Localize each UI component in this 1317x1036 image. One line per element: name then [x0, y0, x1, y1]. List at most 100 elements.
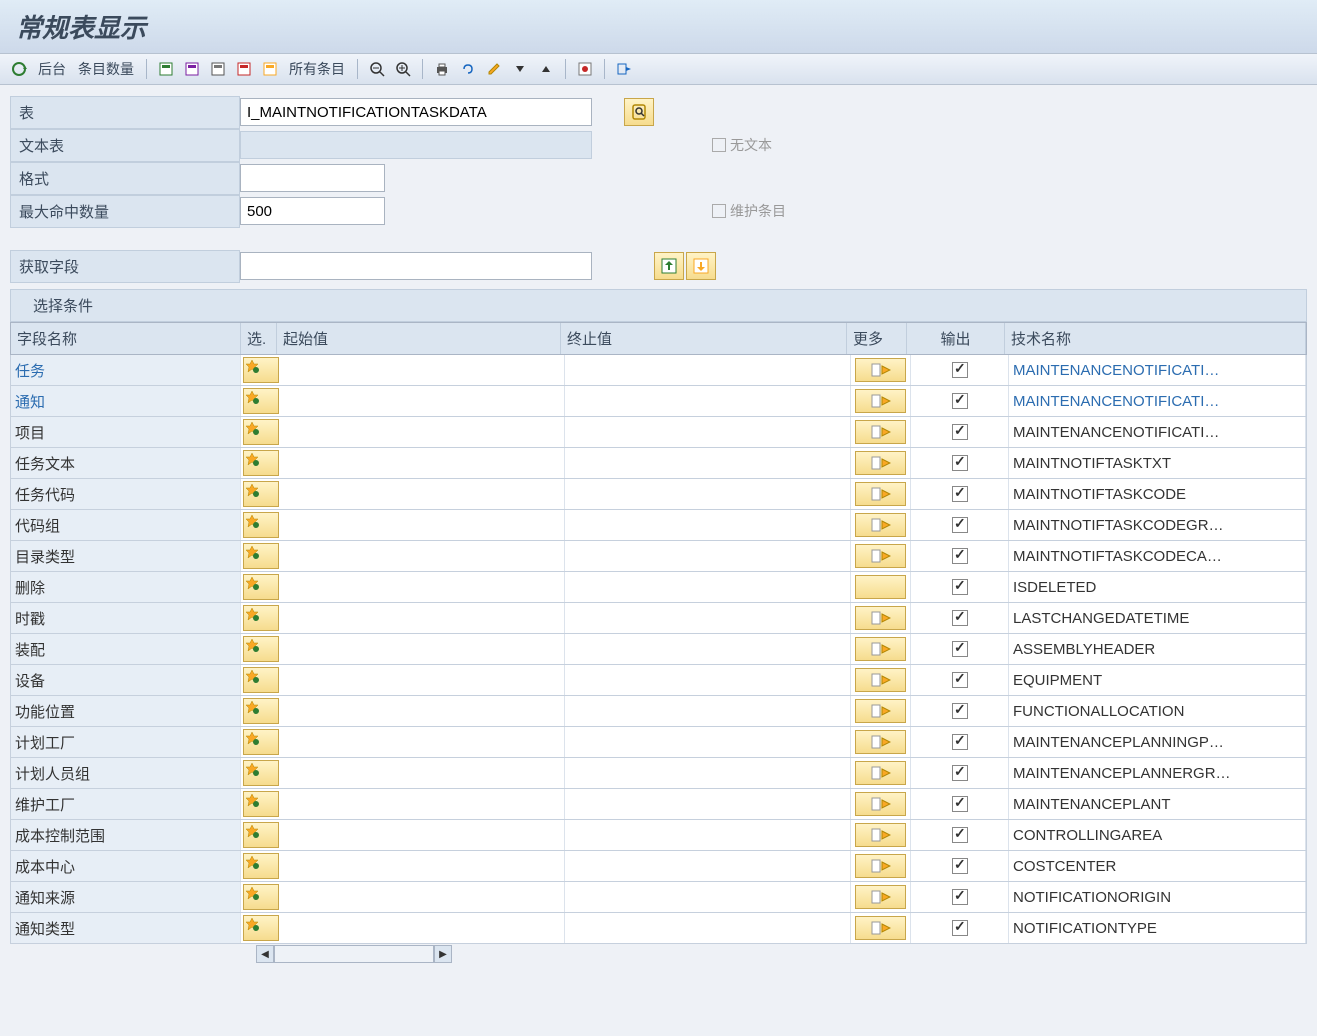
more-options-button[interactable]	[855, 451, 906, 475]
end-value-input[interactable]	[569, 484, 846, 504]
end-value-cell[interactable]	[565, 727, 851, 757]
start-value-cell[interactable]	[281, 634, 565, 664]
start-value-input[interactable]	[285, 639, 560, 659]
end-value-cell[interactable]	[565, 789, 851, 819]
output-checkbox[interactable]	[952, 858, 968, 874]
export-icon-3[interactable]	[207, 58, 229, 80]
more-options-button[interactable]	[855, 668, 906, 692]
end-value-input[interactable]	[569, 732, 846, 752]
start-value-input[interactable]	[285, 763, 560, 783]
output-checkbox[interactable]	[952, 641, 968, 657]
output-checkbox[interactable]	[952, 486, 968, 502]
more-options-button[interactable]	[855, 482, 906, 506]
end-value-input[interactable]	[569, 577, 846, 597]
search-help-button[interactable]	[624, 98, 654, 126]
more-options-button[interactable]	[855, 358, 906, 382]
scroll-right-icon[interactable]: ▶	[434, 945, 452, 963]
export-icon-2[interactable]	[181, 58, 203, 80]
output-checkbox[interactable]	[952, 703, 968, 719]
output-checkbox[interactable]	[952, 517, 968, 533]
select-option-button[interactable]	[243, 605, 279, 631]
down-arrow-icon[interactable]	[509, 58, 531, 80]
start-value-cell[interactable]	[281, 851, 565, 881]
export-icon-4[interactable]	[233, 58, 255, 80]
select-option-button[interactable]	[243, 512, 279, 538]
up-arrow-icon[interactable]	[535, 58, 557, 80]
settings-icon[interactable]	[574, 58, 596, 80]
end-value-cell[interactable]	[565, 665, 851, 695]
fetch-fields-input[interactable]	[240, 252, 592, 280]
start-value-cell[interactable]	[281, 913, 565, 943]
end-value-input[interactable]	[569, 825, 846, 845]
end-value-input[interactable]	[569, 887, 846, 907]
output-checkbox[interactable]	[952, 362, 968, 378]
start-value-cell[interactable]	[281, 541, 565, 571]
start-value-cell[interactable]	[281, 882, 565, 912]
start-value-cell[interactable]	[281, 355, 565, 385]
end-value-input[interactable]	[569, 794, 846, 814]
start-value-input[interactable]	[285, 701, 560, 721]
zoom-out-icon[interactable]	[366, 58, 388, 80]
more-options-button[interactable]	[855, 606, 906, 630]
output-checkbox[interactable]	[952, 424, 968, 440]
all-entries-button[interactable]: 所有条目	[285, 59, 349, 79]
end-value-input[interactable]	[569, 422, 846, 442]
end-value-input[interactable]	[569, 670, 846, 690]
select-option-button[interactable]	[243, 450, 279, 476]
end-value-cell[interactable]	[565, 758, 851, 788]
more-options-button[interactable]	[855, 389, 906, 413]
start-value-input[interactable]	[285, 856, 560, 876]
output-checkbox[interactable]	[952, 827, 968, 843]
end-value-input[interactable]	[569, 763, 846, 783]
start-value-input[interactable]	[285, 515, 560, 535]
select-option-button[interactable]	[243, 729, 279, 755]
more-options-button[interactable]	[855, 699, 906, 723]
more-options-button[interactable]	[855, 544, 906, 568]
select-option-button[interactable]	[243, 636, 279, 662]
select-option-button[interactable]	[243, 419, 279, 445]
end-value-cell[interactable]	[565, 572, 851, 602]
more-options-button[interactable]	[855, 916, 906, 940]
select-option-button[interactable]	[243, 388, 279, 414]
scroll-left-icon[interactable]: ◀	[256, 945, 274, 963]
end-value-cell[interactable]	[565, 479, 851, 509]
import-fields-button[interactable]	[654, 252, 684, 280]
start-value-input[interactable]	[285, 422, 560, 442]
more-options-button[interactable]	[855, 761, 906, 785]
back-button[interactable]: 后台	[34, 59, 70, 79]
start-value-cell[interactable]	[281, 417, 565, 447]
more-options-button[interactable]	[855, 823, 906, 847]
select-option-button[interactable]	[243, 853, 279, 879]
start-value-cell[interactable]	[281, 510, 565, 540]
select-option-button[interactable]	[243, 760, 279, 786]
end-value-cell[interactable]	[565, 448, 851, 478]
start-value-cell[interactable]	[281, 696, 565, 726]
start-value-input[interactable]	[285, 887, 560, 907]
end-value-cell[interactable]	[565, 541, 851, 571]
end-value-cell[interactable]	[565, 913, 851, 943]
end-value-input[interactable]	[569, 515, 846, 535]
end-value-cell[interactable]	[565, 603, 851, 633]
print-icon[interactable]	[431, 58, 453, 80]
start-value-input[interactable]	[285, 391, 560, 411]
start-value-input[interactable]	[285, 918, 560, 938]
select-option-button[interactable]	[243, 481, 279, 507]
field-name-cell[interactable]: 任务	[11, 355, 241, 385]
more-options-button[interactable]	[855, 885, 906, 909]
start-value-cell[interactable]	[281, 479, 565, 509]
more-options-button[interactable]	[855, 513, 906, 537]
output-checkbox[interactable]	[952, 889, 968, 905]
start-value-cell[interactable]	[281, 820, 565, 850]
export-icon-5[interactable]	[259, 58, 281, 80]
export-icon-1[interactable]	[155, 58, 177, 80]
start-value-cell[interactable]	[281, 603, 565, 633]
end-value-input[interactable]	[569, 701, 846, 721]
start-value-cell[interactable]	[281, 727, 565, 757]
start-value-cell[interactable]	[281, 758, 565, 788]
end-value-input[interactable]	[569, 918, 846, 938]
table-input[interactable]	[240, 98, 592, 126]
start-value-input[interactable]	[285, 608, 560, 628]
end-value-cell[interactable]	[565, 417, 851, 447]
output-checkbox[interactable]	[952, 672, 968, 688]
more-options-button[interactable]	[855, 420, 906, 444]
